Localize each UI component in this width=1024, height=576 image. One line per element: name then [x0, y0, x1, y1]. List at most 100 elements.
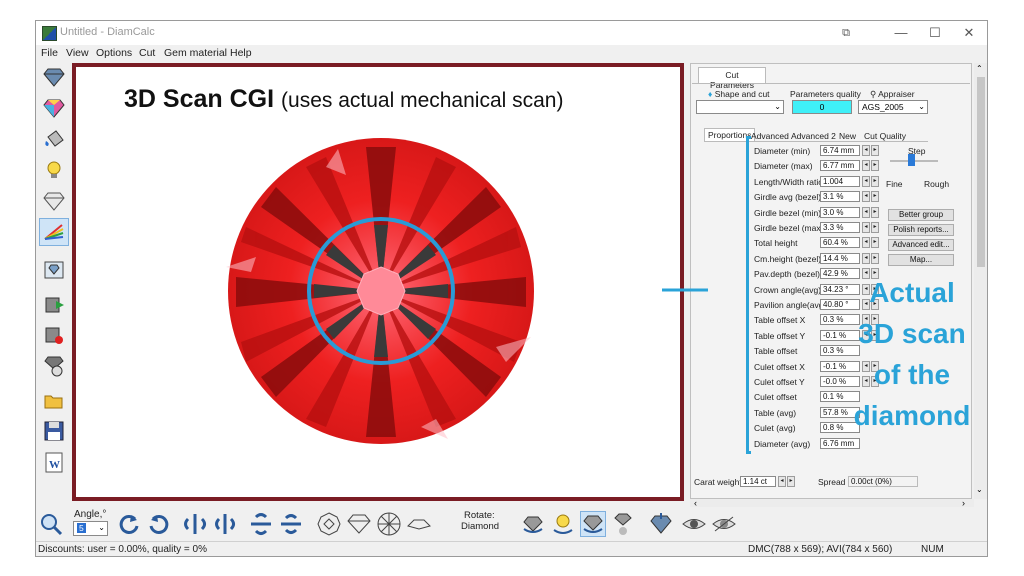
scroll-up-icon[interactable]: ⌃: [976, 64, 983, 73]
decrement-icon[interactable]: ◂: [862, 145, 870, 156]
eye-icon[interactable]: [681, 511, 707, 537]
zoom-magnifier-icon[interactable]: [38, 511, 64, 537]
param-label: Girdle avg (bezel): [754, 192, 822, 203]
menu-cut[interactable]: Cut: [139, 47, 155, 59]
increment-icon[interactable]: ▸: [871, 222, 879, 233]
tab-cut-parameters[interactable]: Cut Parameters: [698, 67, 766, 90]
param-value-field[interactable]: 1.004: [820, 175, 860, 187]
param-value-field[interactable]: 14.4 %: [820, 252, 860, 264]
paint-bucket-icon[interactable]: [39, 125, 69, 153]
menu-file[interactable]: File: [41, 47, 58, 59]
rotate-observer-icon[interactable]: [610, 511, 636, 537]
increment-icon[interactable]: ▸: [871, 206, 879, 218]
increment-icon[interactable]: ▸: [871, 252, 879, 264]
reset-view-icon[interactable]: [648, 511, 674, 537]
rotate-diamond-icon[interactable]: [580, 511, 606, 537]
annotation-line: Actual: [869, 277, 955, 308]
step-slider-thumb[interactable]: [908, 154, 915, 166]
svg-text:W: W: [49, 459, 60, 471]
color-diamond-icon[interactable]: [39, 94, 69, 122]
rotate-bulb-icon[interactable]: [550, 511, 576, 537]
decrement-icon[interactable]: ◂: [778, 476, 786, 487]
decrement-icon[interactable]: ◂: [862, 237, 870, 249]
diamond-wheel-icon[interactable]: [39, 352, 69, 380]
decrement-icon[interactable]: ◂: [862, 160, 870, 172]
menu-view[interactable]: View: [66, 47, 89, 59]
light-bulb-icon[interactable]: [39, 156, 69, 184]
word-report-icon[interactable]: W: [39, 448, 69, 476]
scroll-thumb[interactable]: [977, 77, 985, 267]
polish-reports-button[interactable]: Polish reports...: [888, 224, 954, 236]
param-stepper[interactable]: ◂ ▸: [862, 237, 879, 249]
appraiser-select[interactable]: AGS_2005 ⌄: [858, 100, 928, 114]
param-label: Table offset Y: [754, 330, 806, 341]
window-title: Untitled - DiamCalc: [60, 26, 155, 38]
rainbow-light-icon[interactable]: [39, 218, 69, 246]
param-stepper[interactable]: ◂ ▸: [862, 252, 879, 264]
flip-vertical-up-icon[interactable]: [248, 511, 274, 537]
maximize-button[interactable]: ☐: [920, 23, 950, 43]
rotate-light-icon[interactable]: [520, 511, 546, 537]
flip-horizontal-right-icon[interactable]: [212, 511, 238, 537]
white-diamond-icon[interactable]: [39, 187, 69, 215]
increment-icon[interactable]: ▸: [871, 175, 879, 187]
menu-gem-material[interactable]: Gem material: [164, 47, 227, 59]
view-profile-icon[interactable]: [406, 511, 432, 537]
increment-icon[interactable]: ▸: [871, 145, 879, 156]
param-stepper[interactable]: ◂ ▸: [862, 145, 879, 156]
increment-icon[interactable]: ▸: [871, 160, 879, 172]
param-value-field[interactable]: 6.74 mm: [820, 145, 860, 156]
view-top-icon[interactable]: [316, 511, 342, 537]
record-icon[interactable]: [39, 321, 69, 349]
carat-weight-field[interactable]: 1.14 ct: [740, 476, 776, 487]
export-3d-icon[interactable]: [39, 290, 69, 318]
param-value-field[interactable]: 6.77 mm: [820, 160, 860, 172]
param-stepper[interactable]: ◂ ▸: [862, 222, 879, 233]
menu-options[interactable]: Options: [96, 47, 132, 59]
increment-icon[interactable]: ▸: [871, 237, 879, 249]
decrement-icon[interactable]: ◂: [862, 252, 870, 264]
param-stepper[interactable]: ◂ ▸: [862, 206, 879, 218]
param-value-field[interactable]: 3.0 %: [820, 206, 860, 218]
decrement-icon[interactable]: ◂: [862, 222, 870, 233]
menu-help[interactable]: Help: [230, 47, 252, 59]
decrement-icon[interactable]: ◂: [862, 191, 870, 203]
minimize-button[interactable]: —: [886, 23, 916, 43]
param-stepper[interactable]: ◂ ▸: [862, 175, 879, 187]
flip-horizontal-left-icon[interactable]: [182, 511, 208, 537]
diamond-top-icon[interactable]: [39, 63, 69, 91]
3d-viewport[interactable]: 3D Scan CGI (uses actual mechanical scan…: [76, 67, 680, 497]
param-value-field[interactable]: 60.4 %: [820, 237, 860, 249]
advanced-edit-button[interactable]: Advanced edit...: [888, 239, 954, 251]
angle-select[interactable]: 5 ⌄: [73, 521, 108, 536]
appraiser-value: AGS_2005: [862, 102, 904, 112]
carat-weight-stepper[interactable]: ◂ ▸: [778, 476, 795, 487]
param-label: Diameter (min): [754, 146, 811, 156]
decrement-icon[interactable]: ◂: [862, 175, 870, 187]
angle-value: 5: [77, 523, 86, 533]
view-bottom-icon[interactable]: [376, 511, 402, 537]
view-side-icon[interactable]: [346, 511, 372, 537]
picture-icon[interactable]: [39, 256, 69, 284]
param-value-field[interactable]: 6.76 mm: [820, 437, 860, 449]
better-group-button[interactable]: Better group: [888, 209, 954, 221]
scroll-down-icon[interactable]: ⌄: [976, 485, 983, 494]
eye-closed-icon[interactable]: [711, 511, 737, 537]
increment-icon[interactable]: ▸: [871, 191, 879, 203]
param-value-field[interactable]: 3.3 %: [820, 222, 860, 233]
rotate-cw-icon[interactable]: [146, 511, 172, 537]
open-folder-icon[interactable]: [39, 386, 69, 414]
flip-vertical-down-icon[interactable]: [278, 511, 304, 537]
increment-icon[interactable]: ▸: [787, 476, 795, 487]
shape-and-cut-select[interactable]: ⌄: [696, 100, 784, 114]
save-disk-icon[interactable]: [39, 417, 69, 445]
param-stepper[interactable]: ◂ ▸: [862, 191, 879, 203]
close-button[interactable]: ✕: [954, 23, 984, 43]
rotate-ccw-icon[interactable]: [116, 511, 142, 537]
param-value-field[interactable]: 3.1 %: [820, 191, 860, 203]
decrement-icon[interactable]: ◂: [862, 206, 870, 218]
param-stepper[interactable]: ◂ ▸: [862, 160, 879, 172]
map-button[interactable]: Map...: [888, 254, 954, 266]
pin-icon[interactable]: ⧉: [831, 23, 861, 43]
param-label: Diameter (max): [754, 161, 813, 172]
